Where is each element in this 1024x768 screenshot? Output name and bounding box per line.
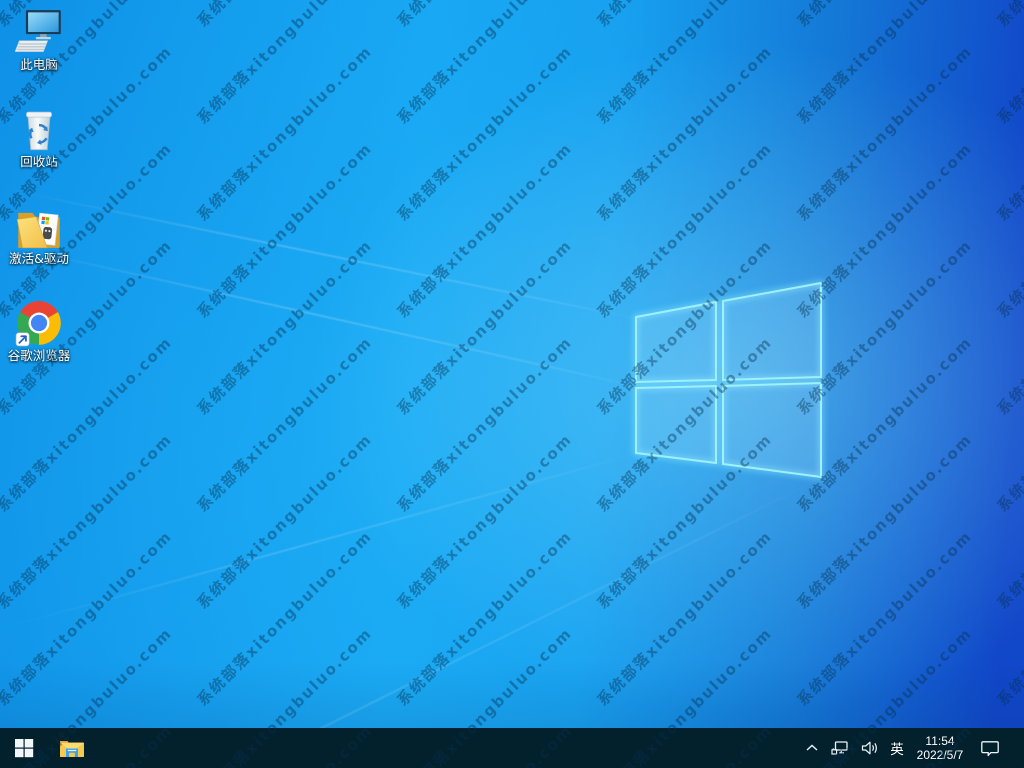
desktop-icon-chrome[interactable]: 谷歌浏览器	[1, 299, 77, 363]
desktop-icon-label: 回收站	[20, 154, 58, 169]
ethernet-network-icon	[831, 741, 848, 755]
desktop-wallpaper[interactable]	[0, 0, 1024, 768]
start-button[interactable]	[0, 728, 48, 768]
taskbar-empty-area[interactable]	[96, 728, 791, 768]
action-center-icon	[981, 741, 999, 757]
this-pc-icon	[15, 8, 63, 56]
windows-desktop-screen: 系统部落xitongbuluo.com 系统部落xitongbuluo.com 系统…	[0, 0, 1024, 768]
desktop-icon-label: 激活&驱动	[9, 251, 69, 266]
tray-date: 2022/5/7	[916, 748, 964, 762]
tray-show-hidden-icons-button[interactable]	[799, 728, 825, 768]
desktop-icon-activation-drivers[interactable]: 激活&驱动	[1, 202, 77, 266]
speaker-volume-icon	[861, 741, 877, 755]
recycle-bin-icon	[15, 105, 63, 153]
windows-logo	[633, 279, 824, 481]
desktop-icon-recycle-bin[interactable]: 回收站	[1, 105, 77, 169]
desktop-icon-label: 此电脑	[20, 57, 58, 72]
tray-input-language-button[interactable]: 英	[885, 728, 909, 768]
chevron-up-icon	[806, 744, 818, 751]
tray-clock-button[interactable]: 11:54 2022/5/7	[909, 728, 971, 768]
file-explorer-button[interactable]	[48, 728, 96, 768]
desktop-icon-this-pc[interactable]: 此电脑	[1, 8, 77, 72]
tray-network-button[interactable]	[825, 728, 855, 768]
system-tray: 英 11:54 2022/5/7	[791, 728, 1024, 768]
file-explorer-icon	[60, 741, 84, 757]
action-center-button[interactable]	[971, 728, 1009, 768]
chrome-icon	[15, 299, 63, 347]
input-language-label: 英	[890, 742, 904, 757]
windows-start-icon	[15, 739, 34, 758]
tray-volume-button[interactable]	[855, 728, 885, 768]
desktop-icon-label: 谷歌浏览器	[7, 348, 71, 363]
open-folder-icon	[15, 202, 63, 250]
taskbar[interactable]: 英 11:54 2022/5/7	[0, 728, 1024, 768]
shortcut-arrow-overlay	[15, 332, 30, 347]
tray-time: 11:54	[925, 734, 955, 748]
